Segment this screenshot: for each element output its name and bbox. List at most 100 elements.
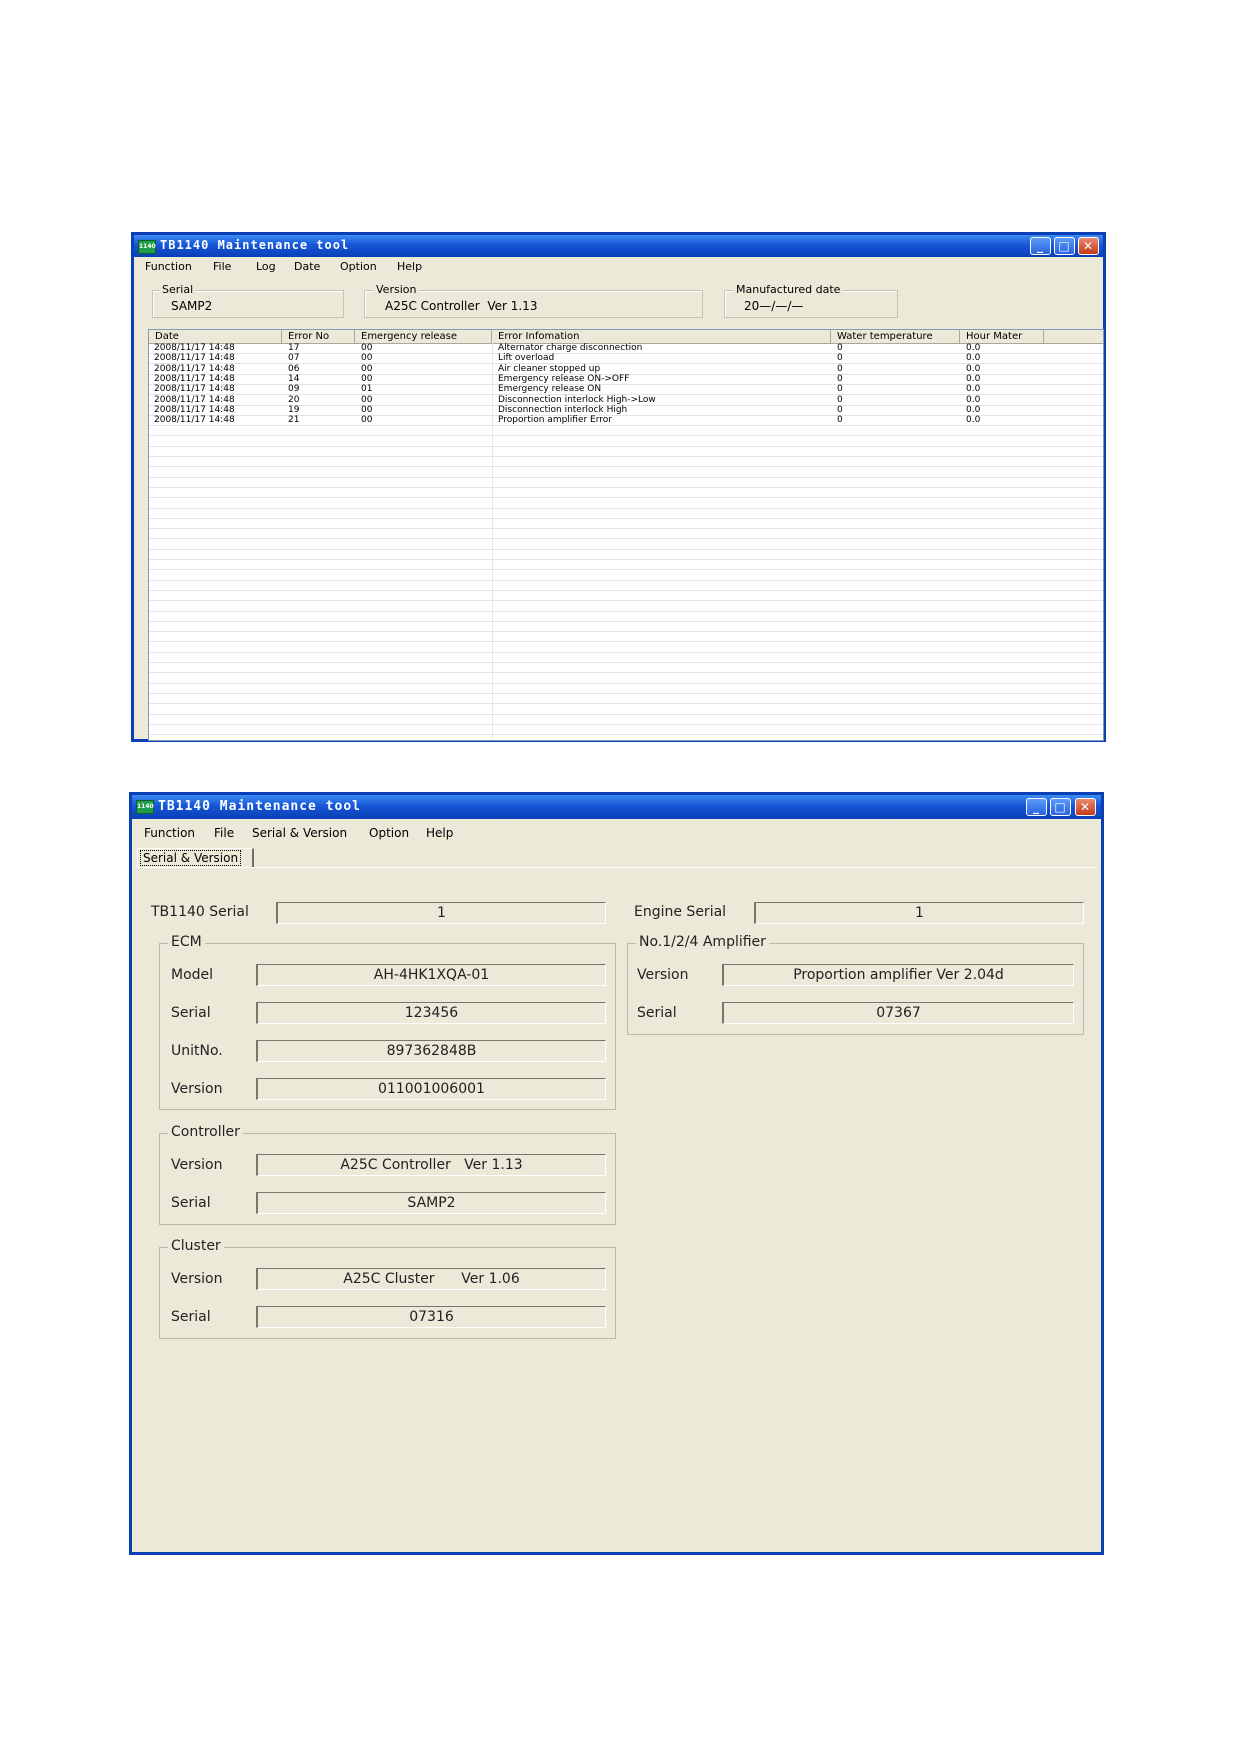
minimize-icon[interactable]: _ — [1030, 237, 1051, 255]
table-cell: 17 — [288, 343, 300, 353]
amplifier-serial-label: Serial — [637, 1005, 677, 1021]
gridline — [149, 486, 1103, 488]
table-row[interactable]: 2008/11/17 14:48 19 00 Disconnection interl… — [149, 404, 1103, 415]
gridline — [149, 466, 1103, 468]
engine-serial-field: 1 — [754, 902, 1084, 924]
table-cell: 2008/11/17 14:48 — [154, 353, 235, 364]
table-cell: 0.0 — [966, 343, 981, 353]
gridline — [149, 456, 1103, 457]
gridline — [149, 579, 1103, 581]
table-cell: 14 — [288, 373, 300, 384]
app-icon: 1140 — [136, 800, 154, 814]
table-cell: Air cleaner stopped up — [498, 363, 601, 374]
close-icon[interactable]: ✕ — [1078, 237, 1099, 255]
menu-serial-version[interactable]: Serial & Version — [252, 826, 347, 840]
menu-function[interactable]: Function — [145, 260, 192, 273]
table-cell: 00 — [361, 363, 373, 374]
table-cell: 00 — [361, 373, 373, 384]
gridline — [149, 734, 1103, 736]
menu-function[interactable]: Function — [144, 826, 195, 840]
ecm-unitno-label: UnitNo. — [171, 1043, 223, 1059]
table-row[interactable]: 2008/11/17 14:48 06 00 Air cleaner stopped … — [149, 363, 1103, 374]
version-label: Version — [374, 283, 419, 296]
gridline — [149, 651, 1103, 653]
table-cell: 00 — [361, 353, 373, 364]
gridline — [149, 600, 1103, 602]
gridline — [149, 713, 1103, 715]
window-title: TB1140 Maintenance tool — [160, 238, 350, 252]
gridline — [149, 723, 1103, 725]
table-cell: 09 — [288, 384, 300, 395]
ecm-group-label: ECM — [168, 934, 205, 950]
table-cell: 0 — [837, 404, 843, 415]
table-cell: 00 — [361, 415, 373, 426]
menu-bar: Function File Log Date Option Help — [134, 257, 1103, 277]
column-header-emergency-release[interactable]: Emergency release — [355, 330, 492, 343]
gridline — [149, 620, 1103, 622]
window-title-bar[interactable]: 1140 TB1140 Maintenance tool _ □ ✕ — [132, 795, 1101, 819]
table-cell: 0.0 — [966, 384, 981, 395]
table-cell: 21 — [288, 415, 300, 426]
cluster-serial-label: Serial — [171, 1309, 211, 1325]
tab-label: Serial & Version — [139, 850, 242, 866]
gridline — [149, 703, 1103, 705]
menu-file[interactable]: File — [213, 260, 231, 273]
table-cell: 0.0 — [966, 404, 981, 415]
menu-option[interactable]: Option — [340, 260, 377, 273]
cluster-serial-field: 07316 — [256, 1306, 606, 1328]
serial-value: SAMP2 — [171, 299, 213, 313]
close-icon[interactable]: ✕ — [1075, 798, 1096, 816]
error-log-window: 1140 TB1140 Maintenance tool _ □ ✕ Funct… — [131, 232, 1106, 742]
column-header-error-no[interactable]: Error No — [282, 330, 355, 343]
controller-group-label: Controller — [168, 1124, 243, 1140]
menu-option[interactable]: Option — [369, 826, 409, 840]
table-cell: 2008/11/17 14:48 — [154, 373, 235, 384]
table-cell: 0.0 — [966, 394, 981, 405]
error-log-table[interactable]: Date Error No Emergency release Error In… — [148, 329, 1104, 741]
table-row[interactable]: 2008/11/17 14:48 21 00 Proportion amplifier… — [149, 416, 1103, 425]
menu-help[interactable]: Help — [397, 260, 422, 273]
table-cell: 19 — [288, 404, 300, 415]
controller-version-field: A25C Controller Ver 1.13 — [256, 1154, 606, 1176]
table-header: Date Error No Emergency release Error In… — [149, 330, 1103, 344]
column-header-error-information[interactable]: Error Infomation — [492, 330, 831, 343]
ecm-version-label: Version — [171, 1081, 223, 1097]
minimize-icon[interactable]: _ — [1026, 798, 1047, 816]
manufactured-date-value: 20—/—/— — [744, 299, 804, 313]
column-header-date[interactable]: Date — [149, 330, 282, 343]
table-row[interactable]: 2008/11/17 14:48 14 00 Emergency release ON… — [149, 373, 1103, 384]
table-row[interactable]: 2008/11/17 14:48 17 00 Alternator charge di… — [149, 344, 1103, 353]
amplifier-version-field: Proportion amplifier Ver 2.04d — [722, 964, 1074, 986]
gridline — [149, 662, 1103, 663]
table-cell: 2008/11/17 14:48 — [154, 363, 235, 374]
amplifier-serial-field: 07367 — [722, 1002, 1074, 1024]
table-cell: 01 — [361, 384, 373, 395]
column-header-hour-meter[interactable]: Hour Mater — [960, 330, 1044, 343]
table-cell: 07 — [288, 353, 300, 364]
menu-file[interactable]: File — [214, 826, 234, 840]
menu-help[interactable]: Help — [426, 826, 453, 840]
table-cell: 0 — [837, 394, 843, 405]
gridline — [149, 517, 1103, 519]
table-cell: 0 — [837, 353, 843, 364]
table-cell: 2008/11/17 14:48 — [154, 384, 235, 395]
table-cell: 0.0 — [966, 415, 981, 426]
gridline — [149, 641, 1103, 643]
cluster-group-label: Cluster — [168, 1238, 224, 1254]
window-title-bar[interactable]: 1140 TB1140 Maintenance tool _ □ ✕ — [134, 235, 1103, 257]
table-cell: 2008/11/17 14:48 — [154, 404, 235, 415]
table-row[interactable]: 2008/11/17 14:48 20 00 Disconnection interl… — [149, 394, 1103, 405]
table-row[interactable]: 2008/11/17 14:48 09 01 Emergency release ON… — [149, 385, 1103, 394]
table-cell: Emergency release ON — [498, 384, 602, 395]
column-header-water-temperature[interactable]: Water temperature — [831, 330, 960, 343]
tab-serial-version[interactable]: Serial & Version — [137, 848, 254, 868]
table-cell: 0.0 — [966, 373, 981, 384]
table-cell: 06 — [288, 363, 300, 374]
maximize-icon[interactable]: □ — [1050, 798, 1071, 816]
controller-serial-field: SAMP2 — [256, 1192, 606, 1214]
maximize-icon[interactable]: □ — [1054, 237, 1075, 255]
menu-log[interactable]: Log — [256, 260, 276, 273]
table-row[interactable]: 2008/11/17 14:48 07 00 Lift overload 0 0.0 — [149, 354, 1103, 363]
table-cell: 0 — [837, 343, 843, 353]
menu-date[interactable]: Date — [294, 260, 320, 273]
